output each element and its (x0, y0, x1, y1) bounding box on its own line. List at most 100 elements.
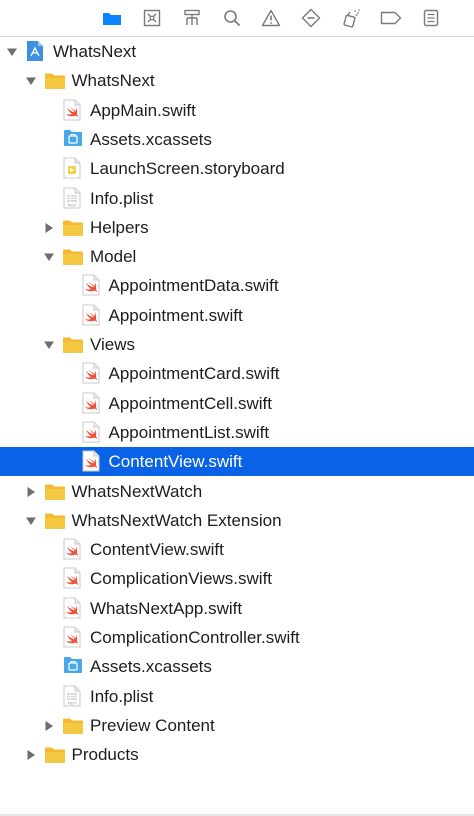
search-navigator-button[interactable] (219, 6, 245, 30)
tree-item-label: AppMain.swift (90, 100, 196, 120)
swift-file-icon (63, 99, 81, 126)
debug-spray-icon (341, 8, 361, 28)
swift-file-icon (82, 362, 100, 389)
tree-group-row[interactable]: Model (0, 242, 474, 271)
disclosure-open-icon[interactable] (6, 45, 18, 57)
asset-catalog-icon (63, 655, 83, 680)
swift-file-icon (63, 538, 81, 565)
swift-file-icon (82, 421, 100, 448)
folder-icon (62, 219, 84, 242)
tree-group-row[interactable]: WhatsNextWatch (0, 477, 474, 506)
storyboard-icon (63, 157, 81, 184)
folder-icon (44, 746, 66, 769)
tree-item-label: Preview Content (90, 715, 215, 735)
disclosure-closed-icon[interactable] (43, 719, 55, 731)
swift-file-icon (82, 274, 100, 301)
disclosure-closed-icon[interactable] (43, 221, 55, 233)
symbol-hierarchy-navigator-button[interactable] (179, 6, 205, 30)
disclosure-open-icon[interactable] (43, 250, 55, 262)
tree-item-label: Info.plist (90, 686, 154, 706)
tree-file-row[interactable]: Assets.xcassets (0, 125, 474, 154)
tree-file-row[interactable]: Appointment.swift (0, 301, 474, 330)
tree-group-row[interactable]: WhatsNextWatch Extension (0, 506, 474, 535)
tree-file-row[interactable]: ContentView.swift (0, 447, 474, 477)
tree-file-row[interactable]: WhatsNextApp.swift (0, 594, 474, 623)
folder-icon (102, 10, 122, 26)
svg-text:PLIST: PLIST (68, 203, 77, 207)
tree-file-row[interactable]: PLIST Info.plist (0, 184, 474, 213)
tree-item-label: WhatsNext (71, 71, 155, 91)
tree-item-label: ComplicationViews.swift (90, 569, 273, 589)
warning-icon (261, 9, 281, 27)
folder-icon (44, 483, 66, 506)
tree-item-label: WhatsNextWatch Extension (71, 510, 282, 530)
disclosure-closed-icon[interactable] (25, 485, 37, 497)
folder-icon (62, 336, 84, 359)
tree-item-label: LaunchScreen.storyboard (90, 159, 285, 179)
tree-file-row[interactable]: ContentView.swift (0, 535, 474, 564)
swift-file-icon (63, 567, 81, 594)
svg-text:PLIST: PLIST (68, 701, 77, 705)
navigator-toolbar (0, 0, 474, 36)
tree-file-row[interactable]: AppointmentList.swift (0, 418, 474, 447)
tree-file-row[interactable]: PLIST Info.plist (0, 682, 474, 711)
tree-item-label: Products (71, 745, 139, 765)
diamond-test-navigator-button[interactable] (298, 6, 324, 30)
tree-item-label: Views (90, 335, 136, 354)
breakpoint-navigator-button[interactable] (378, 6, 404, 30)
swift-file-icon (82, 450, 100, 477)
report-icon (423, 9, 439, 27)
plist-icon: PLIST (63, 187, 81, 214)
tree-item-label: ContentView.swift (108, 452, 243, 472)
tree-item-label: AppointmentData.swift (108, 276, 279, 296)
tree-file-row[interactable]: ComplicationViews.swift (0, 564, 474, 593)
tree-group-row[interactable]: Views (0, 330, 474, 359)
folder-icon (44, 512, 66, 535)
tree-item-label: AppointmentList.swift (108, 422, 270, 442)
project-icon (26, 40, 44, 67)
tree-item-label: Model (90, 247, 137, 267)
tree-group-row[interactable]: WhatsNext (0, 66, 474, 95)
tree-file-row[interactable]: AppMain.swift (0, 96, 474, 125)
tree-item-label: AppointmentCell.swift (108, 393, 272, 413)
tree-item-label: WhatsNext (53, 42, 137, 61)
tree-file-row[interactable]: Assets.xcassets (0, 652, 474, 681)
tree-item-label: AppointmentCard.swift (108, 364, 280, 384)
folder-icon (62, 248, 84, 271)
tree-file-row[interactable]: LaunchScreen.storyboard (0, 154, 474, 183)
diamond-test-icon (301, 8, 321, 28)
tree-file-row[interactable]: AppointmentCard.swift (0, 359, 474, 388)
swift-file-icon (63, 597, 81, 624)
tree-file-row[interactable]: AppointmentData.swift (0, 271, 474, 300)
breakpoint-icon (380, 11, 402, 25)
plist-icon: PLIST (63, 685, 81, 712)
source-control-navigator-button[interactable] (139, 6, 165, 30)
search-icon (223, 9, 241, 27)
tree-group-row[interactable]: WhatsNext (0, 37, 474, 66)
tree-group-row[interactable]: Preview Content (0, 711, 474, 740)
tree-item-label: ContentView.swift (90, 540, 224, 560)
tree-file-row[interactable]: AppointmentCell.swift (0, 389, 474, 418)
disclosure-closed-icon[interactable] (25, 748, 37, 761)
warning-navigator-button[interactable] (258, 6, 284, 30)
tree-item-label: Info.plist (90, 188, 154, 208)
tree-item-label: Helpers (90, 217, 149, 237)
disclosure-open-icon[interactable] (43, 338, 55, 350)
folder-icon (44, 72, 66, 95)
swift-file-icon (63, 626, 81, 653)
asset-catalog-icon (63, 128, 83, 153)
debug-spray-navigator-button[interactable] (338, 6, 364, 30)
tree-group-row[interactable]: Helpers (0, 213, 474, 242)
report-navigator-button[interactable] (418, 6, 444, 30)
tree-item-label: ComplicationController.swift (90, 628, 300, 647)
tree-file-row[interactable]: ComplicationController.swift (0, 623, 474, 652)
swift-file-icon (82, 304, 100, 331)
folder-navigator-button[interactable] (99, 6, 125, 30)
tree-group-row[interactable]: Products (0, 740, 474, 769)
tree-item-label: WhatsNextWatch (71, 481, 203, 501)
source-control-icon (143, 9, 161, 27)
disclosure-open-icon[interactable] (25, 514, 37, 526)
tree-item-label: Assets.xcassets (90, 129, 212, 149)
disclosure-open-icon[interactable] (25, 74, 37, 86)
tree-item-label: Assets.xcassets (90, 657, 212, 677)
